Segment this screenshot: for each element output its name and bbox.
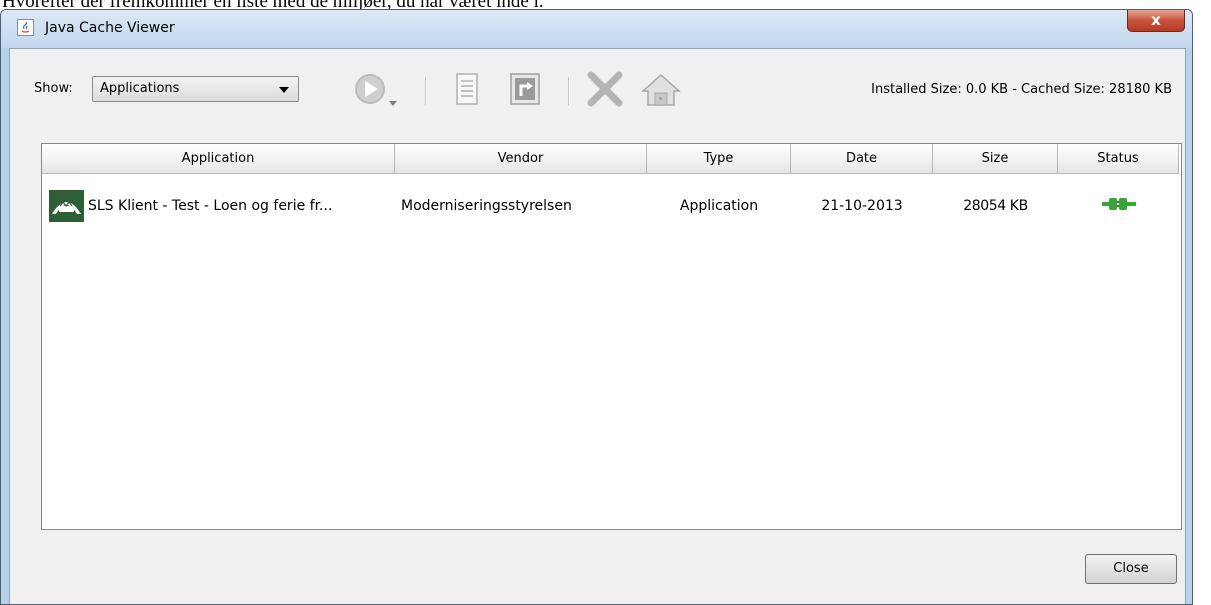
run-button[interactable] xyxy=(348,71,400,115)
show-select[interactable]: Applications xyxy=(92,76,299,102)
application-logo-icon xyxy=(49,190,84,222)
cell-size: 28054 KB xyxy=(963,198,1028,214)
column-header-application[interactable]: Application xyxy=(42,144,395,174)
toolbar-separator xyxy=(568,77,570,105)
column-header-date[interactable]: Date xyxy=(791,144,933,174)
document-icon xyxy=(456,73,478,105)
table-row[interactable]: SLS Klient - Test - Loen og ferie fr... … xyxy=(42,188,1181,224)
chevron-down-icon xyxy=(279,87,289,93)
show-jnlp-button[interactable] xyxy=(450,71,484,115)
cell-status xyxy=(1058,196,1179,216)
table-header: Application Vendor Type Date Size Status xyxy=(42,144,1181,174)
plug-connected-icon xyxy=(1101,198,1136,210)
home-icon xyxy=(641,73,681,106)
java-cache-viewer-window: Java Cache Viewer x Show: Applications I… xyxy=(0,9,1193,605)
toolbar-separator xyxy=(425,77,427,105)
applications-table: Application Vendor Type Date Size Status xyxy=(41,143,1182,530)
application-name: SLS Klient - Test - Loen og ferie fr... xyxy=(88,198,333,214)
toolbar: Show: Applications Installed Size: 0.0 K… xyxy=(10,49,1185,109)
close-button[interactable]: Close xyxy=(1085,554,1177,584)
create-shortcut-button[interactable] xyxy=(507,71,543,115)
cell-type: Application xyxy=(679,198,759,214)
client-area: Show: Applications Installed Size: 0.0 K… xyxy=(9,48,1186,604)
column-header-status[interactable]: Status xyxy=(1058,144,1179,174)
cell-date: 21-10-2013 xyxy=(821,198,903,214)
title-bar[interactable]: Java Cache Viewer x xyxy=(1,10,1192,48)
window-close-button[interactable]: x xyxy=(1127,10,1185,32)
delete-x-icon xyxy=(587,71,623,107)
column-header-type[interactable]: Type xyxy=(647,144,791,174)
play-icon xyxy=(355,74,397,106)
java-icon xyxy=(17,19,34,36)
window-title: Java Cache Viewer xyxy=(45,20,175,36)
cell-application: SLS Klient - Test - Loen og ferie fr... xyxy=(42,190,395,222)
column-header-vendor[interactable]: Vendor xyxy=(395,144,647,174)
show-label: Show: xyxy=(34,81,73,96)
cell-vendor: Moderniseringsstyrelsen xyxy=(401,198,572,214)
shortcut-arrow-icon xyxy=(510,73,540,105)
size-info: Installed Size: 0.0 KB - Cached Size: 28… xyxy=(871,82,1172,97)
delete-button[interactable] xyxy=(585,71,625,115)
show-select-value: Applications xyxy=(100,81,180,96)
column-header-size[interactable]: Size xyxy=(933,144,1058,174)
home-button[interactable] xyxy=(640,71,682,115)
